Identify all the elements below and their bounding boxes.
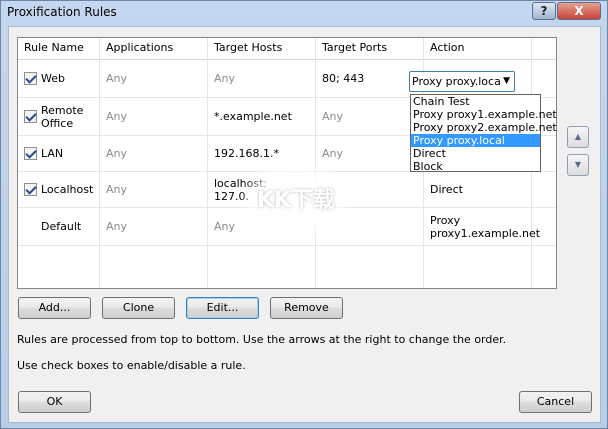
- dropdown-option-block[interactable]: Block: [411, 160, 540, 173]
- edit-button[interactable]: Edit...: [186, 297, 259, 319]
- window-title: Proxification Rules: [7, 5, 117, 19]
- dropdown-option-proxy-local[interactable]: Proxy proxy.local: [411, 134, 540, 147]
- table-row[interactable]: Localhost Any localhost; 127.0. Direct: [18, 172, 556, 208]
- rule-applications: Any: [100, 98, 208, 135]
- column-header-action[interactable]: Action: [424, 38, 532, 60]
- dropdown-option-proxy2[interactable]: Proxy proxy2.example.net: [411, 121, 557, 134]
- checkbox-hint: Use check boxes to enable/disable a rule…: [17, 359, 246, 372]
- table-header: Rule Name Applications Target Hosts Targ…: [18, 38, 556, 60]
- cancel-button[interactable]: Cancel: [519, 391, 592, 413]
- move-up-button[interactable]: ▲: [567, 126, 589, 148]
- action-combobox-value: Proxy proxy.loca: [412, 75, 501, 88]
- rule-applications: Any: [100, 136, 208, 171]
- column-header-target-ports[interactable]: Target Ports: [316, 38, 424, 60]
- chevron-down-icon[interactable]: ▼: [503, 72, 510, 91]
- rule-applications: Any: [100, 208, 208, 245]
- action-combobox[interactable]: Proxy proxy.loca ▼: [409, 71, 515, 92]
- action-dropdown-list: Chain Test Proxy proxy1.example.net Prox…: [410, 94, 557, 173]
- help-button[interactable]: ?: [532, 2, 556, 20]
- column-header-target-hosts[interactable]: Target Hosts: [208, 38, 316, 60]
- rule-target-hosts: localhost; 127.0.: [208, 172, 316, 207]
- rule-target-ports: 80; 443: [316, 60, 424, 97]
- rule-name: Localhost: [41, 183, 94, 196]
- rules-order-hint: Rules are processed from top to bottom. …: [17, 333, 507, 346]
- rule-target-ports: Any: [316, 98, 424, 135]
- rule-enabled-checkbox[interactable]: [24, 147, 37, 160]
- rule-enabled-checkbox[interactable]: [24, 183, 37, 196]
- rule-name: Web: [41, 72, 65, 85]
- rule-name: LAN: [41, 147, 64, 160]
- dropdown-option-chain-test[interactable]: Chain Test: [411, 95, 540, 108]
- title-bar: Proxification Rules ? X: [1, 1, 607, 25]
- dropdown-option-direct[interactable]: Direct: [411, 147, 540, 160]
- dialog-client-area: Rule Name Applications Target Hosts Targ…: [8, 26, 601, 423]
- rule-target-ports: [316, 208, 424, 245]
- arrow-down-icon: ▼: [574, 160, 582, 169]
- rule-enabled-checkbox[interactable]: [24, 72, 37, 85]
- add-button[interactable]: Add...: [18, 297, 91, 319]
- rule-applications: Any: [100, 60, 208, 97]
- rule-target-hosts: 192.168.1.*: [208, 136, 316, 171]
- rule-target-hosts: *.example.net: [208, 98, 316, 135]
- remove-button[interactable]: Remove: [270, 297, 343, 319]
- rule-name: Remote Office: [41, 103, 84, 130]
- clone-button[interactable]: Clone: [102, 297, 175, 319]
- rule-name: Default: [18, 208, 100, 245]
- rule-target-hosts: Any: [208, 208, 316, 245]
- ok-button[interactable]: OK: [18, 391, 91, 413]
- rule-enabled-checkbox[interactable]: [24, 110, 37, 123]
- dropdown-option-proxy1[interactable]: Proxy proxy1.example.net: [411, 108, 557, 121]
- rule-target-ports: [316, 172, 424, 207]
- rule-applications: Any: [100, 172, 208, 207]
- table-row[interactable]: Default Any Any Proxy proxy1.example.net: [18, 208, 556, 246]
- move-down-button[interactable]: ▼: [567, 154, 589, 176]
- column-header-rule-name[interactable]: Rule Name: [18, 38, 100, 60]
- rule-target-hosts: Any: [208, 60, 316, 97]
- column-header-applications[interactable]: Applications: [100, 38, 208, 60]
- proxification-rules-window: Proxification Rules ? X Rule Name Applic…: [0, 0, 608, 429]
- rule-action: Proxy proxy1.example.net: [424, 208, 540, 245]
- close-button[interactable]: X: [557, 2, 601, 20]
- rule-action: Direct: [424, 172, 532, 207]
- empty-table-area: [18, 246, 556, 288]
- rule-target-ports: Any: [316, 136, 424, 171]
- arrow-up-icon: ▲: [574, 132, 582, 141]
